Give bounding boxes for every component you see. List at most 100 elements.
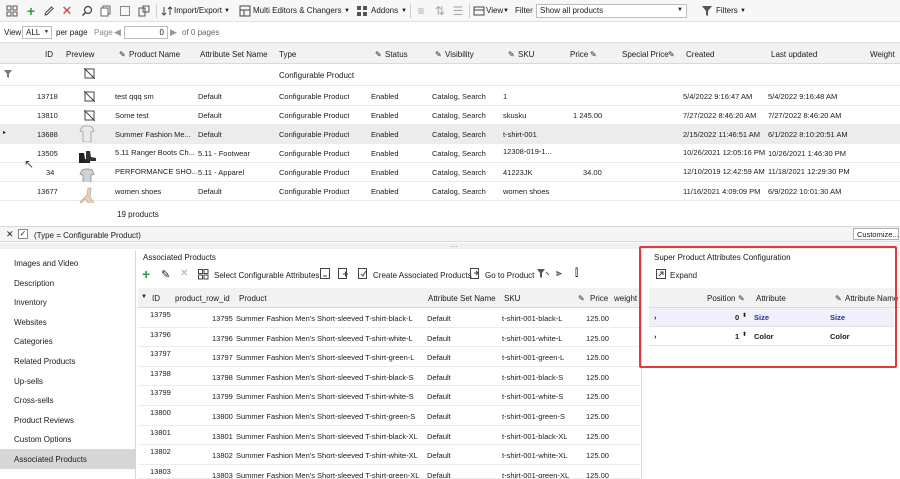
col-header-price[interactable]: Price [570, 50, 588, 59]
table-row[interactable]: ↖ 34 PERFORMANCE SHO... 5.11 - Apparel C… [0, 157, 900, 185]
table-row[interactable]: 13718 test qqq sm Default Configurable P… [0, 87, 900, 106]
cell-id: 13797 [150, 349, 171, 359]
cell-id: 13796 [150, 329, 171, 339]
col-header-price[interactable]: Price [590, 294, 608, 303]
nav-item-images[interactable]: Images and Video [0, 253, 136, 273]
col-header-sku[interactable]: SKU [518, 50, 534, 59]
filter-sort-icon[interactable] [537, 268, 550, 282]
clear-filter-icon[interactable]: ✕ [6, 229, 14, 240]
table-row[interactable]: 13802 13802 Summer Fashion Men's Short-s… [138, 445, 640, 465]
cell-row-id: 13796 [212, 333, 233, 343]
delete-icon[interactable]: ✕ [180, 268, 188, 279]
create-associated-button[interactable]: Create Associated Products [373, 271, 472, 280]
checkbox-icon[interactable] [117, 3, 133, 19]
col-header-attribute-set[interactable]: Attribute Set Name [428, 294, 496, 303]
table-row[interactable]: 13797 13797 Summer Fashion Men's Short-s… [138, 347, 640, 367]
grid-filter-row[interactable]: Configurable Product [0, 64, 900, 86]
col-header-id[interactable]: ID [152, 294, 160, 303]
col-header-attribute-set[interactable]: Attribute Set Name [200, 50, 268, 59]
addons-menu[interactable]: Addons [371, 6, 398, 15]
col-header-product[interactable]: Product [239, 294, 267, 303]
chevron-down-icon: ▼ [503, 8, 509, 14]
table-row[interactable]: 13795 13795 Summer Fashion Men's Short-s… [138, 308, 640, 328]
view-menu[interactable]: View [486, 6, 503, 15]
document-add-icon[interactable] [338, 268, 349, 282]
sort-icon[interactable]: ⇅ [432, 3, 448, 19]
table-row[interactable]: 13677 women shoes Default Configurable P… [0, 182, 900, 204]
filter-enabled-checkbox[interactable]: ✓ [18, 229, 28, 239]
table-row[interactable]: 13801 13801 Summer Fashion Men's Short-s… [138, 425, 640, 446]
nav-item-reviews[interactable]: Product Reviews [0, 410, 136, 430]
edit-icon[interactable]: ✎ [161, 268, 170, 281]
list-icon[interactable]: ☰ [450, 3, 466, 19]
col-header-id[interactable]: ID [45, 50, 53, 59]
nav-item-categories[interactable]: Categories [0, 331, 136, 351]
nav-item-crosssells[interactable]: Cross-sells [0, 390, 136, 410]
multi-editors-menu[interactable]: Multi Editors & Changers [253, 6, 341, 15]
col-header-product-name[interactable]: Product Name [129, 50, 180, 59]
grid-icon[interactable] [4, 3, 20, 19]
table-row[interactable]: 13798 13798 Summer Fashion Men's Short-s… [138, 366, 640, 387]
cell-sku: t-shirt-001-black-L [502, 314, 563, 323]
product-grid-header: ID Preview ✎ Product Name Attribute Set … [0, 42, 900, 64]
add-icon[interactable]: + [142, 266, 150, 282]
col-header-created[interactable]: Created [686, 50, 714, 59]
col-header-sku[interactable]: SKU [504, 294, 520, 303]
columns-icon[interactable]: ⫸ [556, 268, 562, 279]
select-attributes-button[interactable]: Select Configurable Attributes [214, 271, 319, 280]
table-row[interactable]: 13800 13800 Summer Fashion Men's Short-s… [138, 406, 640, 426]
col-header-type[interactable]: Type [279, 50, 296, 59]
table-row[interactable]: 13505 5.11 Ranger Boots Ch... 5.11 - Foo… [0, 144, 900, 163]
go-to-product-button[interactable]: Go to Product [485, 271, 534, 280]
table-row[interactable]: 13803 13803 Summer Fashion Men's Short-s… [138, 464, 640, 479]
import-export-menu[interactable]: Import/Export [174, 6, 222, 15]
edit-icon[interactable] [41, 3, 57, 19]
col-header-preview[interactable]: Preview [66, 50, 94, 59]
drag-handle-icon[interactable]: … [450, 240, 458, 249]
nav-item-related[interactable]: Related Products [0, 351, 136, 371]
filter-select[interactable]: Show all products ▼ [536, 4, 687, 18]
col-header-visibility[interactable]: Visibility [445, 50, 474, 59]
delete-icon[interactable]: ✕ [59, 3, 75, 19]
edit-icon: ✎ [435, 50, 442, 59]
nav-item-custom-options[interactable]: Custom Options [0, 429, 136, 449]
cell-sku: 12308-019-1... [503, 147, 552, 156]
cell-name: 5.11 Ranger Boots Ch... [115, 148, 195, 157]
filters-menu[interactable]: Filters [716, 6, 738, 15]
split-icon[interactable]: ⫿ [575, 268, 578, 279]
cell-id: 13800 [150, 408, 171, 417]
filter-rows-icon[interactable]: ≡ [413, 3, 429, 19]
col-header-weight[interactable]: weight [614, 294, 637, 303]
nav-item-websites[interactable]: Websites [0, 312, 136, 332]
table-row[interactable]: 13796 13796 Summer Fashion Men's Short-s… [138, 327, 640, 348]
col-header-row-id[interactable]: product_row_id [175, 294, 230, 303]
first-page-icon[interactable]: ◀ [114, 27, 121, 38]
col-header-last-updated[interactable]: Last updated [771, 50, 817, 59]
search-icon[interactable] [79, 3, 95, 19]
cell-sku: t-shirt-001-black-XL [502, 431, 568, 441]
table-row[interactable]: 13799 13799 Summer Fashion Men's Short-s… [138, 386, 640, 406]
assign-icon[interactable] [320, 268, 331, 282]
cell-sku: t-shirt-001-green-S [502, 412, 565, 421]
col-header-weight[interactable]: Weight [870, 50, 895, 59]
add-icon[interactable]: + [23, 3, 39, 19]
duplicate-icon[interactable] [136, 3, 152, 19]
col-header-status[interactable]: Status [385, 50, 408, 59]
page-number-input[interactable]: 0 [124, 26, 168, 39]
cell-id: 13798 [150, 368, 171, 378]
nav-item-associated[interactable]: Associated Products [0, 449, 136, 469]
customize-button[interactable]: Customize... [853, 228, 899, 240]
chevron-down-icon: ▼ [224, 8, 230, 14]
type-filter-value[interactable]: Configurable Product [279, 71, 354, 80]
nav-item-upsells[interactable]: Up-sells [0, 371, 136, 391]
edit-icon: ✎ [375, 50, 382, 59]
per-page-select[interactable]: ALL ▼ [22, 26, 52, 39]
nav-item-description[interactable]: Description [0, 273, 136, 293]
cell-attribute-set: 5.11 - Apparel [198, 168, 245, 177]
nav-item-inventory[interactable]: Inventory [0, 292, 136, 312]
table-row-selected[interactable]: ▸ 13688 Summer Fashion Me... Default Con… [0, 125, 900, 144]
col-header-special-price[interactable]: Special Price [622, 50, 669, 59]
copy-icon[interactable] [98, 3, 114, 19]
table-row[interactable]: 13810 Some test Default Configurable Pro… [0, 106, 900, 125]
next-page-icon[interactable]: ▶ [170, 27, 177, 38]
